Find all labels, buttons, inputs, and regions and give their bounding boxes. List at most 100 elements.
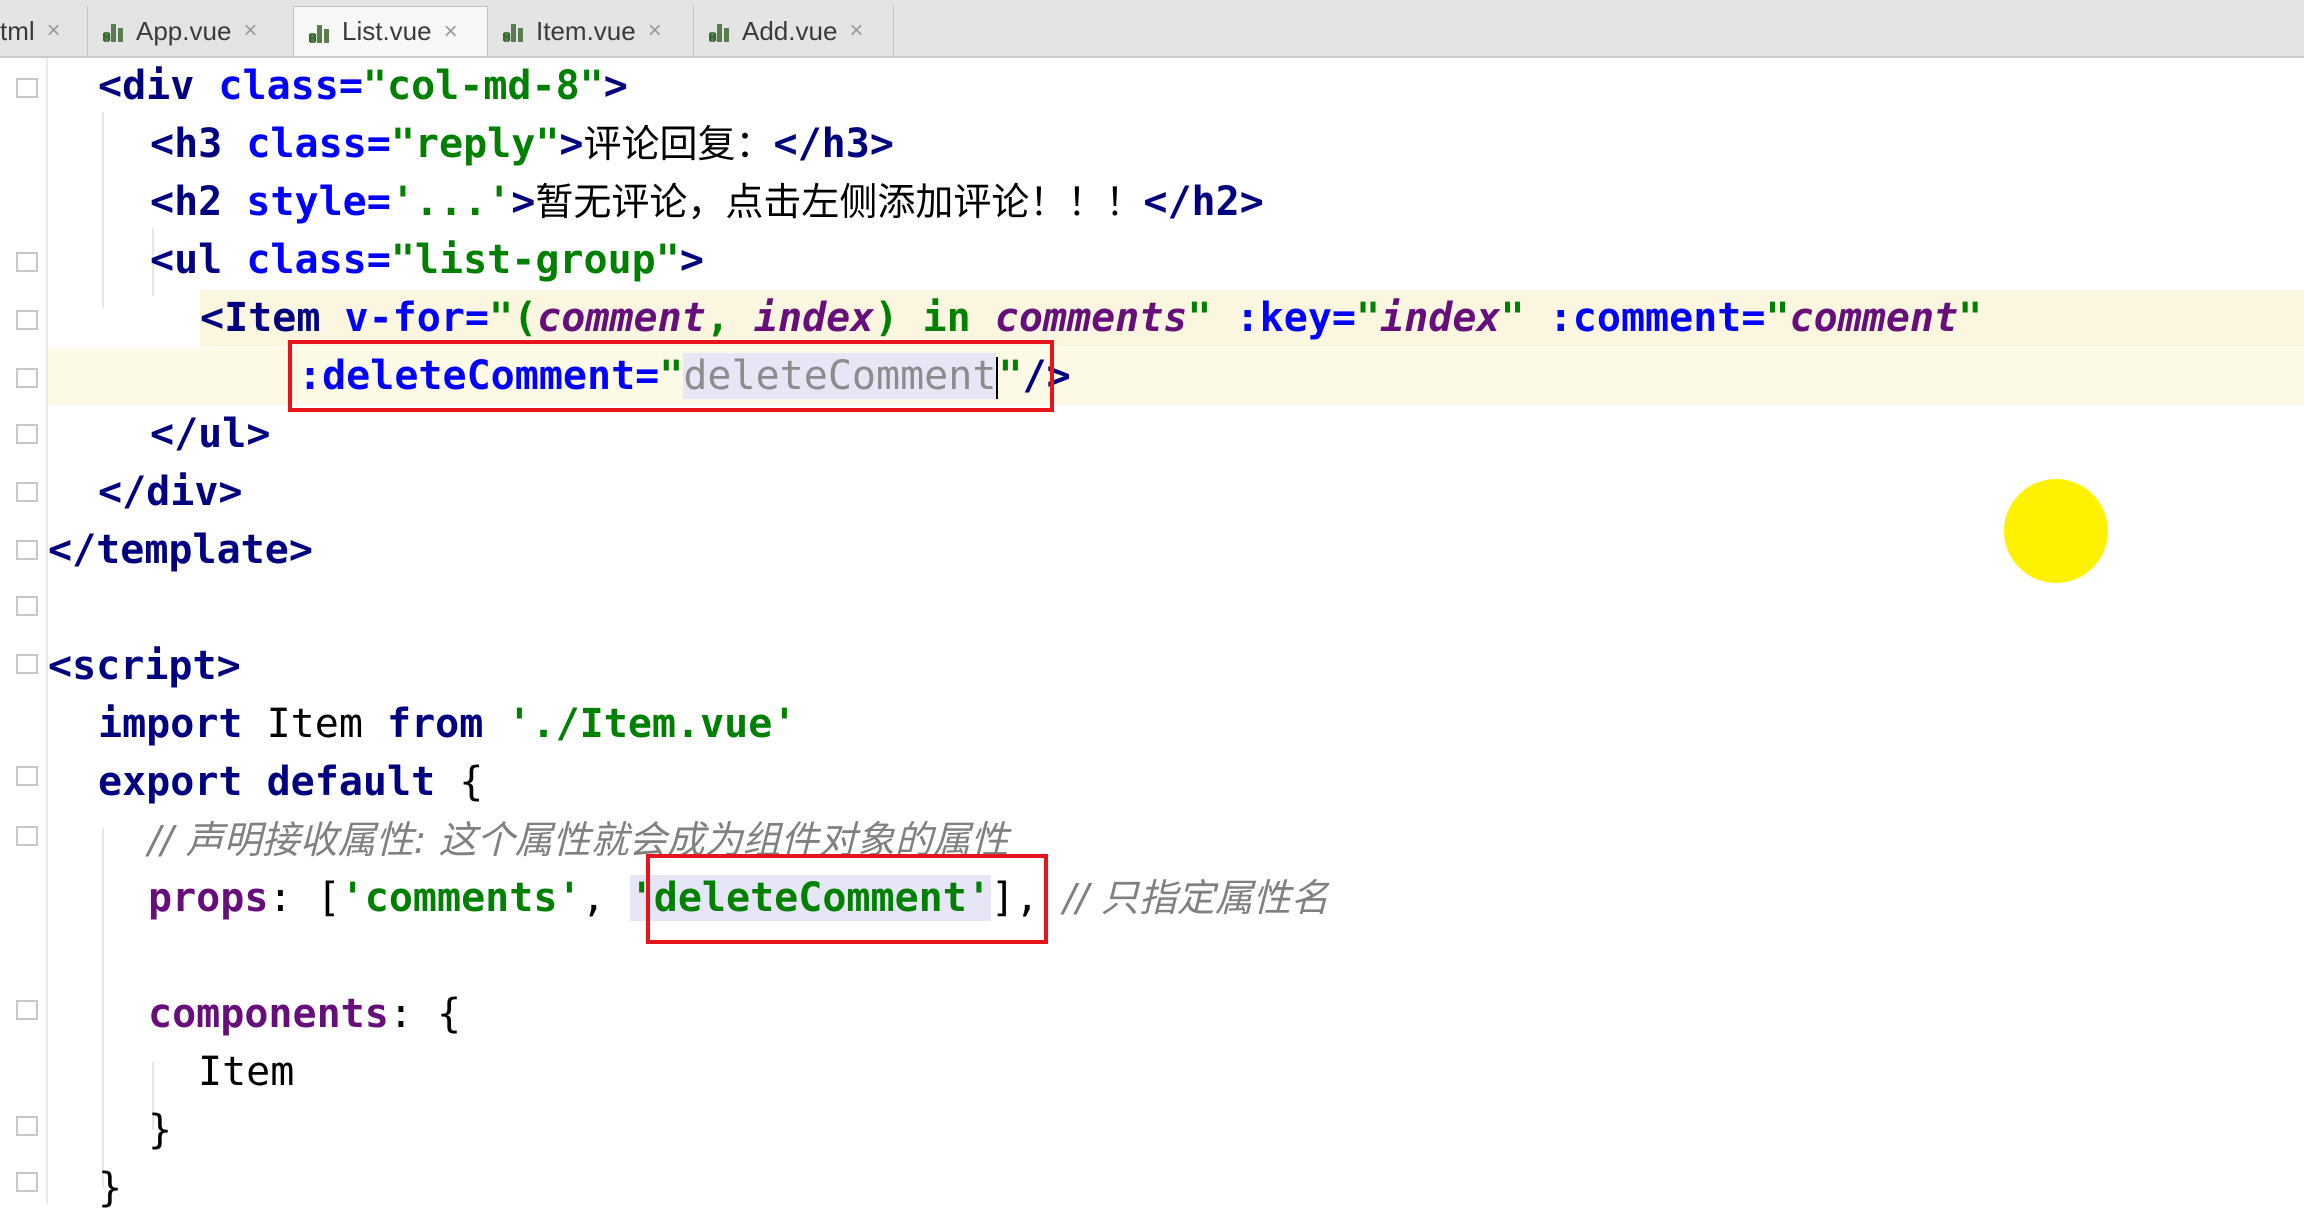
code-token: from xyxy=(387,701,508,747)
close-icon[interactable]: × xyxy=(444,18,458,46)
code-token: </h3> xyxy=(773,121,894,167)
code-token: : { xyxy=(388,991,462,1037)
code-token: class= xyxy=(246,121,391,167)
code-token: <ul xyxy=(150,237,247,283)
fold-marker-icon[interactable] xyxy=(16,482,38,502)
gutter xyxy=(0,58,44,1204)
code-token: " xyxy=(1958,295,1983,341)
code-token: <h2 xyxy=(150,179,247,225)
tab-label: tml xyxy=(0,15,35,46)
code-token: </ul> xyxy=(150,411,271,457)
code-token: } xyxy=(148,1107,173,1153)
code-token: "reply" xyxy=(390,121,560,167)
tab-add-vue[interactable]: H Add.vue × xyxy=(694,6,894,56)
code-line: Item xyxy=(48,1044,2304,1101)
code-token: index xyxy=(753,295,875,341)
mouse-cursor-indicator xyxy=(2004,479,2108,583)
fold-marker-icon[interactable] xyxy=(16,766,38,786)
code-token: { xyxy=(459,759,484,805)
code-token: :comment= xyxy=(1548,295,1766,341)
code-token: } xyxy=(98,1165,123,1211)
tab-label: List.vue xyxy=(342,16,432,46)
code-line: // 声明接收属性: 这个属性就会成为组件对象的属性 xyxy=(48,812,2304,869)
tab-label: App.vue xyxy=(136,15,232,46)
code-token: , xyxy=(705,295,754,341)
code-line-highlighted: <Item v-for="(comment, index) in comment… xyxy=(200,290,2304,347)
code-line: components: { xyxy=(48,986,2304,1043)
editor-tab-bar: tml × H App.vue × H List.vue × H Item.vu… xyxy=(0,0,2304,58)
code-token: <script> xyxy=(48,643,241,689)
fold-marker-icon[interactable] xyxy=(16,1116,38,1136)
fold-marker-icon[interactable] xyxy=(16,424,38,444)
code-token: class= xyxy=(246,237,391,283)
code-line: props: ['comments', 'deleteComment'], //… xyxy=(48,870,2304,927)
code-line: <h2 style='...'>暂无评论，点击左侧添加评论！！！</h2> xyxy=(48,174,2304,231)
code-line: </ul> xyxy=(48,406,2304,463)
fold-marker-icon[interactable] xyxy=(16,1172,38,1192)
code-token: " xyxy=(1500,295,1549,341)
code-line: export default { xyxy=(48,754,2304,811)
vue-file-icon: H xyxy=(708,18,734,44)
code-token: components xyxy=(148,991,389,1037)
code-line: <div class="col-md-8"> xyxy=(48,58,2304,115)
fold-marker-icon[interactable] xyxy=(16,826,38,846)
code-token: </div> xyxy=(98,469,243,515)
vue-file-icon: H xyxy=(308,19,334,45)
code-token: "col-md-8" xyxy=(362,63,604,109)
close-icon[interactable]: × xyxy=(243,17,257,45)
code-token: </h2> xyxy=(1143,179,1264,225)
code-token: v-for= xyxy=(344,295,490,341)
code-token: props xyxy=(148,875,269,921)
code-token: Item xyxy=(266,701,387,747)
fold-marker-icon[interactable] xyxy=(16,654,38,674)
code-token: :key= xyxy=(1235,295,1357,341)
code-line: <script> xyxy=(48,638,2304,695)
code-token: 'comments' xyxy=(340,875,582,921)
tab-label: Add.vue xyxy=(742,15,838,46)
fold-marker-icon[interactable] xyxy=(16,310,38,330)
code-line: </div> xyxy=(48,464,2304,521)
code-token: index xyxy=(1380,295,1501,341)
code-token: > xyxy=(511,179,536,225)
code-token: comment xyxy=(1789,295,1959,341)
code-line: import Item from './Item.vue' xyxy=(48,696,2304,753)
vue-file-icon: H xyxy=(102,18,128,44)
code-token: , xyxy=(581,875,630,921)
fold-marker-icon[interactable] xyxy=(16,596,38,616)
code-token: " xyxy=(1187,295,1236,341)
tab-app-vue[interactable]: H App.vue × xyxy=(88,6,294,56)
tab-item-vue[interactable]: H Item.vue × xyxy=(488,6,694,56)
code-token: "list-group" xyxy=(390,237,680,283)
code-token: > xyxy=(679,237,704,283)
fold-marker-icon[interactable] xyxy=(16,78,38,98)
code-token: export default xyxy=(98,759,460,805)
code-token: 评论回复： xyxy=(583,122,774,166)
code-line: <ul class="list-group"> xyxy=(48,232,2304,289)
close-icon[interactable]: × xyxy=(648,17,662,45)
highlight-box-deletecomment-binding xyxy=(288,340,1054,412)
code-line: <h3 class="reply">评论回复：</h3> xyxy=(48,116,2304,173)
tab-html[interactable]: tml × xyxy=(0,6,88,56)
code-token: ) in xyxy=(874,295,995,341)
fold-marker-icon[interactable] xyxy=(16,252,38,272)
tab-list-vue[interactable]: H List.vue × xyxy=(294,6,488,56)
vue-file-icon: H xyxy=(502,18,528,44)
highlight-box-deletecomment-prop xyxy=(646,854,1048,944)
code-token: style= xyxy=(246,179,391,225)
close-icon[interactable]: × xyxy=(47,17,61,45)
code-token: './Item.vue' xyxy=(507,701,797,747)
tab-label: Item.vue xyxy=(536,15,636,46)
code-editor[interactable]: <div class="col-md-8"> <h3 class="reply"… xyxy=(0,58,2304,1211)
close-icon[interactable]: × xyxy=(849,17,863,45)
fold-marker-icon[interactable] xyxy=(16,1000,38,1020)
code-line: } xyxy=(48,1160,2304,1217)
code-token: </template> xyxy=(48,527,313,573)
code-token: "( xyxy=(489,295,538,341)
code-token: > xyxy=(559,121,584,167)
code-line: } xyxy=(48,1102,2304,1159)
code-token: Item xyxy=(198,1049,295,1095)
code-comment: // 只指定属性名 xyxy=(1063,876,1329,920)
code-token: : [ xyxy=(268,875,341,921)
fold-marker-icon[interactable] xyxy=(16,368,38,388)
fold-marker-icon[interactable] xyxy=(16,540,38,560)
